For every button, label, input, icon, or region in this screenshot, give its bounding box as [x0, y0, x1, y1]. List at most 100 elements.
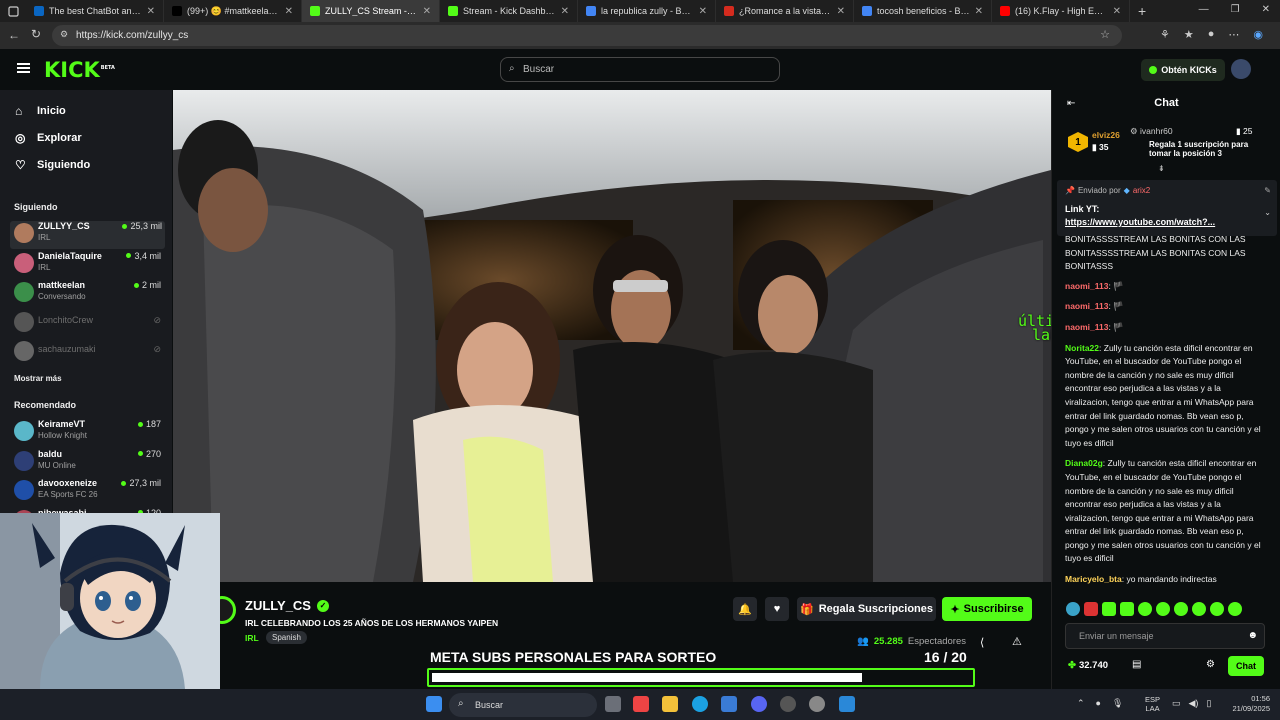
leaderboard-gifter[interactable]: ivanhr60 — [1140, 126, 1173, 136]
sidebar-nav-explore[interactable]: ◎ Explorar — [15, 131, 82, 145]
show-more-link[interactable]: Mostrar más — [14, 374, 62, 383]
keyboard-language[interactable]: ESP LAA — [1145, 695, 1160, 713]
clock[interactable]: 01:56 21/09/2025 — [1225, 694, 1270, 714]
sidebar-channel[interactable]: ZULLYY_CS IRL 25,3 mil — [10, 221, 165, 249]
emote-icon[interactable] — [1192, 602, 1206, 616]
discord-icon[interactable] — [751, 696, 767, 712]
chat-username[interactable]: naomi_113 — [1065, 301, 1108, 311]
app-icon[interactable] — [633, 696, 649, 712]
browser-tab[interactable]: (99+) 😊 #mattkeelan #p ✕ — [164, 0, 302, 22]
emote-icon[interactable] — [1156, 602, 1170, 616]
share-icon[interactable]: ⟨ — [980, 636, 984, 649]
sidebar-channel[interactable]: mattkeelan Conversando 2 mil — [14, 280, 164, 308]
browser-tab[interactable]: tocosh beneficios - Búsque ✕ — [854, 0, 992, 22]
profile-icon[interactable]: ● — [1208, 28, 1215, 41]
volume-icon[interactable]: ◀) — [1189, 698, 1199, 709]
kicks-balance[interactable]: ✤ 32.740 — [1068, 660, 1108, 671]
tab-close-icon[interactable]: ✕ — [423, 6, 431, 17]
back-icon[interactable]: ← — [8, 28, 20, 42]
maximize-window-icon[interactable]: ❐ — [1231, 4, 1240, 15]
sidebar-channel[interactable]: davooxeneize EA Sports FC 26 27,3 mil — [14, 478, 164, 506]
channel-name[interactable]: ZULLY_CS — [245, 598, 311, 613]
settings-gear-icon[interactable]: ⚙ — [1206, 659, 1215, 670]
browser-tab[interactable]: la republica zully - Búsqued ✕ — [578, 0, 716, 22]
minimize-window-icon[interactable]: — — [1199, 4, 1209, 15]
tab-close-icon[interactable]: ✕ — [975, 6, 983, 17]
chat-username[interactable]: Diana02g — [1065, 458, 1103, 468]
tab-close-icon[interactable]: ✕ — [285, 6, 293, 17]
emote-icon[interactable] — [1210, 602, 1224, 616]
chevron-down-icon[interactable]: ⌄ — [1264, 208, 1271, 217]
gift-subs-button[interactable]: 🎁 Regala Suscripciones — [797, 597, 936, 621]
sidebar-nav-home[interactable]: ⌂ Inicio — [15, 104, 66, 118]
browser-tab[interactable]: The best ChatBot and Widg ✕ — [26, 0, 164, 22]
emote-icon[interactable] — [1066, 602, 1080, 616]
tab-close-icon[interactable]: ✕ — [699, 6, 707, 17]
app-icon[interactable] — [839, 696, 855, 712]
leaderboard-user[interactable]: elviz26 — [1092, 130, 1120, 140]
copilot-icon[interactable]: ◉ — [1253, 28, 1263, 41]
sidebar-channel[interactable]: sachauzumaki ⊘ — [14, 339, 164, 367]
more-icon[interactable]: ⋯ — [1228, 28, 1239, 41]
chat-username[interactable]: naomi_113 — [1065, 281, 1108, 291]
emote-icon[interactable] — [1102, 602, 1116, 616]
chat-username[interactable]: Norita22 — [1065, 343, 1099, 353]
browser-tab[interactable]: ZULLY_CS Stream - W ✕ — [302, 0, 440, 22]
taskbar-search[interactable]: ⌕ Buscar — [449, 693, 597, 717]
refresh-icon[interactable]: ↻ — [31, 27, 41, 41]
emote-icon[interactable] — [1174, 602, 1188, 616]
send-chat-button[interactable]: Chat — [1228, 656, 1264, 676]
sidebar-channel[interactable]: DanielaTaquire IRL 3,4 mil — [14, 251, 164, 279]
emoji-picker-icon[interactable]: ☻ — [1247, 630, 1258, 641]
search-input[interactable]: ⌕ Buscar — [500, 57, 780, 82]
emote-icon[interactable] — [1228, 602, 1242, 616]
pinned-link[interactable]: https://www.youtube.com/watch?... — [1065, 217, 1215, 227]
tab-close-icon[interactable]: ✕ — [1113, 6, 1121, 17]
windows-start-icon[interactable] — [426, 696, 442, 712]
expand-leaderboard-icon[interactable]: ⇟ — [1158, 164, 1165, 173]
stream-category[interactable]: IRL — [245, 633, 259, 643]
battery-icon[interactable]: ▯ — [1206, 698, 1211, 709]
chat-username[interactable]: naomi_113 — [1065, 322, 1108, 332]
tray-app-icon[interactable]: ● — [1096, 698, 1101, 709]
url-field[interactable]: ⚙ https://kick.com/zullyy_cs ☆ — [52, 25, 1122, 46]
shop-icon[interactable]: ▤ — [1132, 659, 1141, 670]
language-tag[interactable]: Spanish — [266, 631, 307, 644]
browser-tab[interactable]: (16) K.Flay - High Enough ✕ — [992, 0, 1130, 22]
menu-icon[interactable] — [17, 63, 30, 73]
video-player[interactable]: último suscriptor: labubuloron2003 — [173, 90, 1051, 582]
pinned-by-user[interactable]: arix2 — [1133, 186, 1150, 195]
edge-browser-icon[interactable] — [692, 696, 708, 712]
chat-input[interactable]: Enviar un mensaje ☻ — [1065, 623, 1265, 649]
new-tab-button[interactable]: + — [1138, 3, 1146, 19]
network-icon[interactable]: ▭ — [1172, 698, 1181, 709]
sidebar-channel[interactable]: LonchitoCrew ⊘ — [14, 310, 164, 338]
sidebar-nav-following[interactable]: ♡ Siguiendo — [15, 158, 90, 172]
task-view-icon[interactable] — [605, 696, 621, 712]
site-info-icon[interactable]: ⚙ — [60, 29, 68, 40]
tab-close-icon[interactable]: ✕ — [147, 6, 155, 17]
file-explorer-icon[interactable] — [662, 696, 678, 712]
extensions-icon[interactable]: ⚘ — [1160, 28, 1170, 41]
tab-close-icon[interactable]: ✕ — [837, 6, 845, 17]
store-icon[interactable] — [721, 696, 737, 712]
sidebar-channel[interactable]: KeirameVT Hollow Knight 187 — [14, 419, 164, 447]
favorite-star-icon[interactable]: ☆ — [1100, 28, 1110, 41]
unpin-icon[interactable]: ✎ — [1264, 186, 1271, 195]
tray-overflow-icon[interactable]: ⌃ — [1077, 698, 1085, 709]
tab-close-icon[interactable]: ✕ — [561, 6, 569, 17]
sidebar-channel[interactable]: baldu MU Online 270 — [14, 449, 164, 477]
microphone-icon[interactable]: 🎙 — [1112, 698, 1123, 709]
browser-tab[interactable]: ¿Romance a la vista? Zully y ✕ — [716, 0, 854, 22]
notification-bell-icon[interactable]: 🔔 — [733, 597, 757, 621]
report-icon[interactable]: ⚠ — [1012, 635, 1022, 648]
browser-tab[interactable]: Stream - Kick Dashboard ✕ — [440, 0, 578, 22]
subscribe-button[interactable]: ✦ Suscribirse — [942, 597, 1032, 621]
close-window-icon[interactable]: ✕ — [1262, 4, 1270, 15]
kick-logo[interactable]: KICKBETA — [44, 58, 115, 82]
media-player-icon[interactable] — [809, 696, 825, 712]
favorites-icon[interactable]: ★ — [1184, 28, 1194, 41]
obs-icon[interactable] — [780, 696, 796, 712]
follow-heart-icon[interactable]: ♥ — [765, 597, 789, 621]
chat-username[interactable]: Maricyelo_bta — [1065, 574, 1122, 584]
